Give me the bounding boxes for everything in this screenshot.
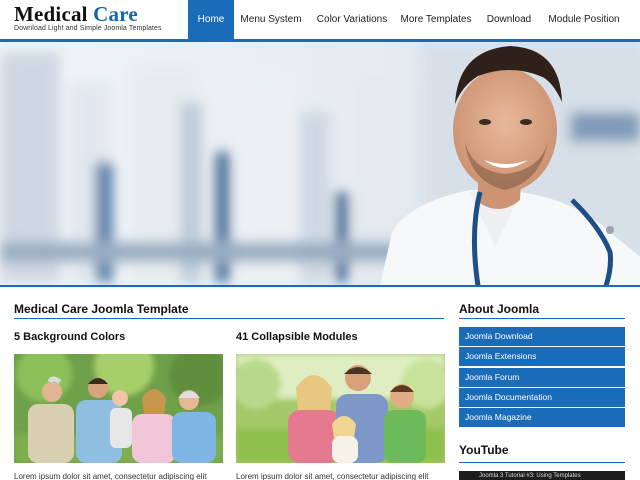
family-photo-parents-children-image — [236, 354, 445, 463]
column-heading-background-colors: 5 Background Colors — [14, 331, 126, 343]
nav-download[interactable]: Download — [481, 0, 537, 40]
column-heading-collapsible-modules: 41 Collapsible Modules — [236, 331, 358, 343]
sidebar-link-joomla-download[interactable]: Joomla Download — [459, 327, 625, 346]
nav-module-position[interactable]: Module Position — [542, 0, 626, 40]
logo-tagline: Download Light and Simple Joomla Templat… — [14, 25, 162, 32]
nav-color-variations[interactable]: Color Variations — [312, 0, 392, 40]
main-title-divider — [14, 318, 444, 319]
site-logo[interactable]: Medical Care Download Light and Simple J… — [14, 3, 162, 32]
youtube-title-divider — [459, 462, 625, 463]
family-photo-grandparents — [14, 354, 223, 463]
youtube-title: YouTube — [459, 443, 509, 457]
nav-more-templates[interactable]: More Templates — [397, 0, 475, 40]
logo-title: Medical Care — [14, 3, 162, 25]
sidebar-title: About Joomla — [459, 302, 539, 316]
sidebar-link-joomla-magazine[interactable]: Joomla Magazine — [459, 408, 625, 427]
family-photo-parents-children — [236, 354, 445, 463]
sidebar-link-joomla-forum[interactable]: Joomla Forum — [459, 368, 625, 387]
logo-title-accent: Care — [93, 2, 138, 26]
sidebar-title-divider — [459, 318, 625, 319]
site-header: Medical Care Download Light and Simple J… — [0, 0, 640, 40]
hero-banner — [0, 42, 640, 286]
sidebar-link-joomla-documentation[interactable]: Joomla Documentation — [459, 388, 625, 407]
family-photo-grandparents-image — [14, 354, 223, 463]
column-text-collapsible-modules: Lorem ipsum dolor sit amet, consectetur … — [236, 472, 429, 480]
sidebar-link-joomla-extensions[interactable]: Joomla Extensions — [459, 347, 625, 366]
hero-divider — [0, 285, 640, 287]
hero-doctor-image — [0, 42, 640, 286]
youtube-video-player[interactable]: Joomla 3 Tutorial #3: Using Templates — [459, 471, 625, 480]
nav-menu-system[interactable]: Menu System — [236, 0, 306, 40]
youtube-video-title: Joomla 3 Tutorial #3: Using Templates — [479, 473, 581, 479]
logo-title-dark: Medical — [14, 2, 88, 26]
nav-home[interactable]: Home — [188, 0, 234, 40]
main-title: Medical Care Joomla Template — [14, 302, 189, 316]
column-text-background-colors: Lorem ipsum dolor sit amet, consectetur … — [14, 472, 207, 480]
